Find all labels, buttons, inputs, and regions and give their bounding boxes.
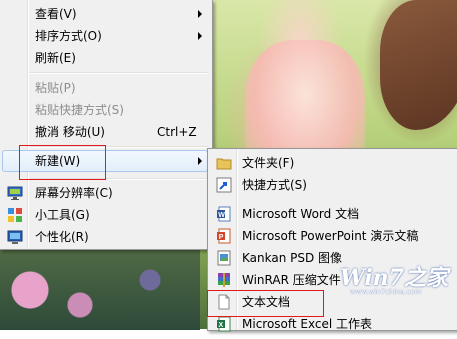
powerpoint-icon: P bbox=[216, 228, 232, 244]
gadgets-icon bbox=[7, 207, 23, 223]
menu-item-paste-shortcut-label: 粘贴快捷方式(S) bbox=[35, 103, 124, 117]
excel-icon: X bbox=[216, 316, 232, 332]
submenu-arrow-icon bbox=[198, 10, 202, 18]
menu-item-undo-shortcut: Ctrl+Z bbox=[157, 125, 197, 139]
submenu-item-psd-label: Kankan PSD 图像 bbox=[242, 251, 343, 265]
menu-item-paste-label: 粘贴(P) bbox=[35, 81, 76, 95]
menu-item-sort-label: 排序方式(O) bbox=[35, 29, 102, 43]
menu-item-refresh[interactable]: 刷新(E) bbox=[2, 47, 208, 69]
menu-item-screen-resolution[interactable]: 屏幕分辨率(C) bbox=[2, 182, 208, 204]
wallpaper-flowers-art bbox=[0, 250, 200, 330]
menu-item-gadgets[interactable]: 小工具(G) bbox=[2, 204, 208, 226]
menu-item-view-label: 查看(V) bbox=[35, 7, 77, 21]
menu-item-gadgets-label: 小工具(G) bbox=[35, 208, 90, 222]
submenu-item-powerpoint[interactable]: P Microsoft PowerPoint 演示文稿 bbox=[210, 225, 454, 247]
annotation-highlight-text-document bbox=[207, 290, 324, 317]
watermark-url: www.win7china.com bbox=[350, 288, 422, 296]
shortcut-icon bbox=[216, 177, 232, 193]
menu-item-personalize[interactable]: 个性化(R) bbox=[2, 226, 208, 248]
desktop-context-menu: 查看(V) 排序方式(O) 刷新(E) 粘贴(P) 粘贴快捷方式(S) 撤消 移… bbox=[0, 0, 213, 250]
word-document-icon: W bbox=[216, 206, 232, 222]
submenu-item-folder[interactable]: 文件夹(F) bbox=[210, 152, 454, 174]
menu-separator bbox=[30, 72, 208, 74]
svg-text:X: X bbox=[219, 322, 224, 329]
winrar-icon bbox=[216, 272, 232, 288]
submenu-item-shortcut-label: 快捷方式(S) bbox=[242, 178, 307, 192]
menu-item-paste-shortcut[interactable]: 粘贴快捷方式(S) bbox=[2, 99, 208, 121]
svg-text:P: P bbox=[219, 234, 224, 241]
personalize-icon bbox=[7, 229, 23, 245]
submenu-item-winrar-label: WinRAR 压缩文件 bbox=[242, 273, 341, 287]
submenu-arrow-icon bbox=[198, 32, 202, 40]
wallpaper-hair-art bbox=[380, 0, 457, 130]
monitor-icon bbox=[7, 185, 23, 201]
menu-item-undo-label: 撤消 移动(U) bbox=[35, 125, 105, 139]
menu-item-view[interactable]: 查看(V) bbox=[2, 3, 208, 25]
svg-text:W: W bbox=[218, 212, 225, 219]
annotation-highlight-new bbox=[19, 145, 106, 180]
menu-item-sort-by[interactable]: 排序方式(O) bbox=[2, 25, 208, 47]
menu-item-resolution-label: 屏幕分辨率(C) bbox=[35, 186, 113, 200]
submenu-item-word-document[interactable]: W Microsoft Word 文档 bbox=[210, 203, 454, 225]
submenu-arrow-icon bbox=[198, 157, 202, 165]
watermark-logo: Win7之家 www.win7china.com bbox=[340, 260, 450, 300]
menu-item-undo-move[interactable]: 撤消 移动(U) Ctrl+Z bbox=[2, 121, 208, 143]
folder-icon bbox=[216, 155, 232, 171]
submenu-item-word-label: Microsoft Word 文档 bbox=[242, 207, 360, 221]
psd-image-icon bbox=[216, 250, 232, 266]
menu-item-paste[interactable]: 粘贴(P) bbox=[2, 77, 208, 99]
submenu-item-shortcut[interactable]: 快捷方式(S) bbox=[210, 174, 454, 196]
submenu-item-powerpoint-label: Microsoft PowerPoint 演示文稿 bbox=[242, 229, 419, 243]
menu-item-personalize-label: 个性化(R) bbox=[35, 230, 89, 244]
menu-item-refresh-label: 刷新(E) bbox=[35, 51, 76, 65]
submenu-item-folder-label: 文件夹(F) bbox=[242, 156, 295, 170]
